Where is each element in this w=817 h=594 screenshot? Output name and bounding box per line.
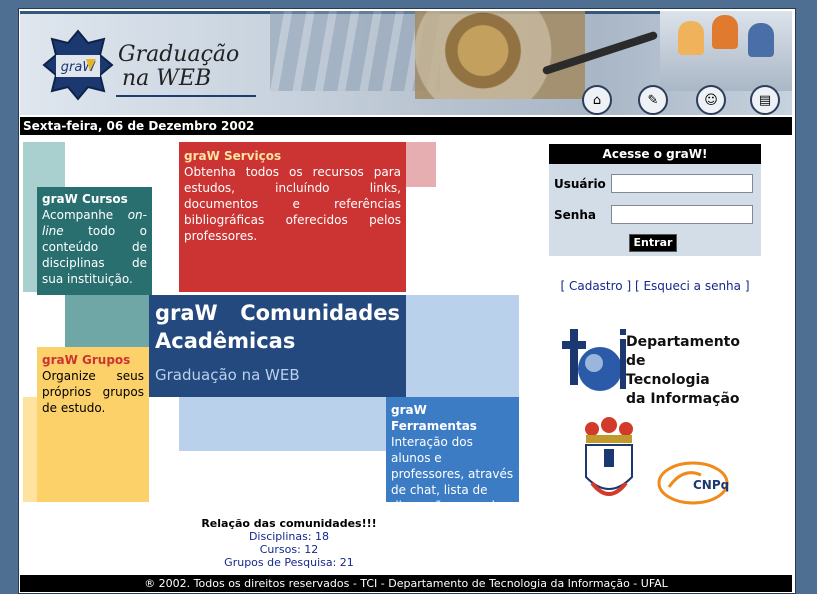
cnpq-text: CNPq	[693, 478, 729, 492]
cursos-card[interactable]: graW Cursos Acompanhe on-line todo o con…	[37, 187, 152, 295]
dept-line2: Tecnologia	[626, 372, 710, 388]
dept-line3: da Informação	[626, 391, 740, 407]
bg-square-lightblue-right	[405, 295, 519, 397]
servicos-text: Obtenha todos os recursos para estudos, …	[184, 165, 401, 243]
ferramentas-text: Interação dos alunos e professores, atra…	[391, 435, 514, 529]
coins-image	[415, 11, 585, 99]
book-icon[interactable]: ▤	[750, 85, 780, 115]
entrar-button[interactable]: Entrar	[629, 234, 677, 252]
ufal-crest-icon[interactable]	[582, 417, 636, 507]
grupos-text: Organize seus próprios grupos de estudo.	[42, 369, 144, 415]
footer-copyright: ® 2002. Todos os direitos reservados - T…	[20, 575, 792, 592]
comunidades-title-word1: graW	[155, 301, 218, 325]
cursos-link[interactable]: Cursos: 12	[139, 543, 439, 556]
bg-square-lightblue-bottom	[179, 397, 387, 451]
grad-logo-icon[interactable]: graW	[42, 29, 114, 101]
password-field[interactable]	[611, 205, 753, 224]
bg-square-pink	[406, 142, 436, 187]
online-emphasis: on-line	[42, 208, 147, 238]
account-links: [ Cadastro ] [ Esqueci a senha ]	[549, 279, 761, 293]
password-label: Senha	[554, 208, 596, 222]
login-title: Acesse o graW!	[549, 144, 761, 164]
comunidades-subtitle: Graduação na WEB	[155, 366, 300, 384]
cnpq-logo-icon[interactable]: CNPq	[655, 457, 731, 509]
logo-line2: na WEB	[122, 66, 212, 91]
site-logo-text: Graduação na WEB	[118, 43, 239, 91]
communities-heading: Relação das comunidades!!!	[201, 517, 377, 530]
grupos-pesquisa-link[interactable]: Grupos de Pesquisa: 21	[139, 556, 439, 569]
cursos-title[interactable]: graW Cursos	[42, 191, 147, 207]
servicos-card[interactable]: graW Serviços Obtenha todos os recursos …	[179, 142, 406, 292]
grupos-title[interactable]: graW Grupos	[42, 352, 144, 368]
home-icon[interactable]: ⌂	[582, 85, 612, 115]
date-bar: Sexta-feira, 06 de Dezembro 2002	[20, 117, 792, 135]
comunidades-title-line2[interactable]: Acadêmicas	[155, 327, 400, 355]
comunidades-title-word2: Comunidades	[240, 301, 400, 325]
cadastro-link[interactable]: [ Cadastro ]	[560, 279, 631, 293]
ti-logo-icon	[562, 329, 626, 391]
header-banner: graW Graduação na WEB ⌂ ✎ ☺ ▤	[20, 11, 792, 115]
username-label: Usuário	[554, 177, 606, 191]
comunidades-card[interactable]: graW Comunidades Acadêmicas Graduação na…	[149, 295, 406, 397]
communities-summary: Relação das comunidades!!! Disciplinas: …	[139, 517, 439, 569]
disciplinas-link[interactable]: Disciplinas: 18	[139, 530, 439, 543]
dept-name: Departamento de Tecnologia da Informação	[626, 333, 762, 409]
servicos-title[interactable]: graW Serviços	[184, 148, 401, 164]
esqueci-senha-link[interactable]: [ Esqueci a senha ]	[635, 279, 750, 293]
dept-logo[interactable]: Departamento de Tecnologia da Informação	[562, 327, 762, 407]
page-frame: graW Graduação na WEB ⌂ ✎ ☺ ▤ Sexta-feir…	[18, 8, 796, 594]
students-image	[660, 11, 792, 91]
login-form: Usuário Senha Entrar	[549, 164, 761, 256]
logo-line1: Graduação	[118, 42, 240, 67]
grupos-card[interactable]: graW Grupos Organize seus próprios grupo…	[37, 347, 149, 502]
ferramentas-card[interactable]: graW Ferramentas Interação dos alunos e …	[386, 397, 519, 529]
ferramentas-title[interactable]: graW Ferramentas	[391, 402, 514, 434]
logo-swoosh	[116, 95, 256, 97]
cursos-text: Acompanhe on-line todo o conteúdo de dis…	[42, 208, 147, 286]
users-icon[interactable]: ☺	[696, 85, 726, 115]
bg-square-teal-mid	[65, 295, 149, 347]
edit-icon[interactable]: ✎	[638, 85, 668, 115]
username-field[interactable]	[611, 174, 753, 193]
dept-line1: Departamento de	[626, 334, 740, 369]
comunidades-title-line1[interactable]: graW Comunidades	[155, 299, 400, 327]
